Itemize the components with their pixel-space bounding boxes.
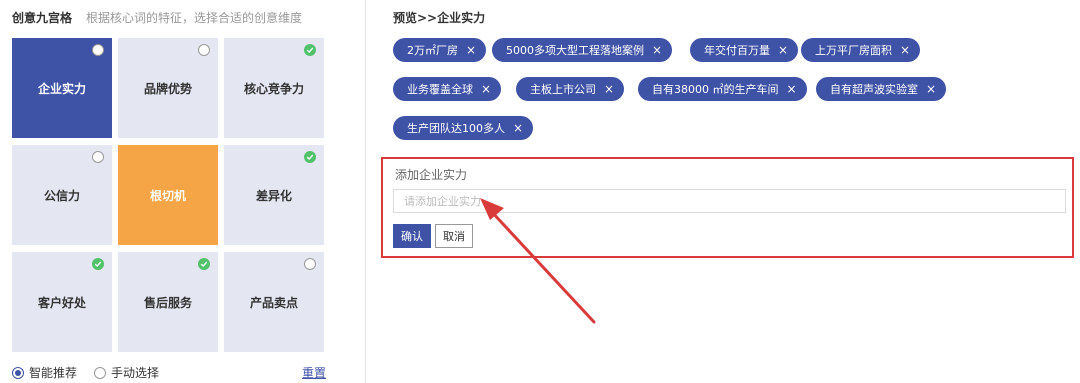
preview-tag: 年交付百万量 × bbox=[690, 38, 799, 62]
grid-cell-brand-advantage[interactable]: 品牌优势 bbox=[118, 38, 218, 138]
close-icon[interactable]: × bbox=[604, 82, 614, 96]
check-circle-icon[interactable] bbox=[304, 151, 316, 163]
close-icon[interactable]: × bbox=[787, 82, 797, 96]
preview-tag: 主板上市公司 × bbox=[516, 77, 625, 101]
preview-tag: 5000多项大型工程落地案例 × bbox=[492, 38, 673, 62]
grid-cell-label: 客户好处 bbox=[37, 295, 86, 310]
confirm-button[interactable]: 确认 bbox=[393, 224, 431, 248]
preview-tag: 业务覆盖全球 × bbox=[393, 77, 502, 101]
grid-cell-label: 差异化 bbox=[255, 188, 292, 203]
tag-label: 主板上市公司 bbox=[530, 83, 596, 96]
radio-empty-icon[interactable] bbox=[198, 44, 210, 56]
check-circle-icon[interactable] bbox=[92, 258, 104, 270]
mode-smart-option[interactable]: 智能推荐 bbox=[12, 364, 77, 381]
tag-label: 上万平厂房面积 bbox=[815, 44, 892, 57]
check-circle-icon[interactable] bbox=[198, 258, 210, 270]
preview-tag: 上万平厂房面积 × bbox=[801, 38, 921, 62]
close-icon[interactable]: × bbox=[481, 82, 491, 96]
radio-empty-icon[interactable] bbox=[94, 366, 106, 379]
radio-empty-icon[interactable] bbox=[92, 44, 104, 56]
cancel-button[interactable]: 取消 bbox=[435, 224, 473, 248]
grid-cell-core-competitiveness[interactable]: 核心竞争力 bbox=[224, 38, 324, 138]
panel-hint: 根据核心词的特征，选择合适的创意维度 bbox=[86, 11, 303, 25]
close-icon[interactable]: × bbox=[513, 121, 523, 135]
preview-tag: 2万㎡厂房 × bbox=[393, 38, 487, 62]
close-icon[interactable]: × bbox=[900, 43, 910, 57]
grid-cell-differentiation[interactable]: 差异化 bbox=[224, 145, 324, 245]
preview-tag: 自有38000 ㎡的生产车间 × bbox=[638, 77, 807, 101]
tag-label: 2万㎡厂房 bbox=[407, 44, 458, 57]
grid-cell-credibility[interactable]: 公信力 bbox=[12, 145, 112, 245]
grid-cell-product-selling-point[interactable]: 产品卖点 bbox=[224, 252, 324, 352]
mode-manual-option[interactable]: 手动选择 bbox=[94, 364, 159, 381]
grid-cell-enterprise-strength[interactable]: 企业实力 bbox=[12, 38, 112, 138]
panel-title: 创意九宫格 bbox=[12, 11, 73, 25]
close-icon[interactable]: × bbox=[926, 82, 936, 96]
reset-link[interactable]: 重置 bbox=[302, 364, 326, 381]
tag-label: 5000多项大型工程落地案例 bbox=[506, 44, 644, 57]
tag-label: 业务覆盖全球 bbox=[407, 83, 473, 96]
close-icon[interactable]: × bbox=[652, 43, 662, 57]
close-icon[interactable]: × bbox=[466, 43, 476, 57]
grid-cell-label: 售后服务 bbox=[143, 295, 192, 310]
mode-row: 智能推荐 手动选择 重置 bbox=[12, 364, 332, 382]
tag-label: 生产团队达100多人 bbox=[407, 122, 505, 135]
grid-cell-customer-benefit[interactable]: 客户好处 bbox=[12, 252, 112, 352]
preview-tag: 自有超声波实验室 × bbox=[816, 77, 947, 101]
grid-cell-label: 根切机 bbox=[149, 188, 186, 203]
grid-cell-after-sales[interactable]: 售后服务 bbox=[118, 252, 218, 352]
mode-manual-label: 手动选择 bbox=[111, 366, 160, 380]
arrow-annotation-icon bbox=[480, 198, 596, 324]
tag-label: 年交付百万量 bbox=[704, 44, 770, 57]
grid-cell-center-keyword[interactable]: 根切机 bbox=[118, 145, 218, 245]
preview-title: 预览>>企业实力 bbox=[393, 11, 486, 25]
form-label: 添加企业实力 bbox=[395, 168, 468, 182]
grid-cell-label: 产品卖点 bbox=[249, 295, 298, 310]
panel-divider bbox=[365, 0, 366, 383]
tag-label: 自有38000 ㎡的生产车间 bbox=[652, 83, 779, 96]
grid-cell-label: 企业实力 bbox=[37, 81, 86, 96]
radio-empty-icon[interactable] bbox=[304, 258, 316, 270]
preview-tag: 生产团队达100多人 × bbox=[393, 116, 534, 140]
tag-label: 自有超声波实验室 bbox=[830, 83, 918, 96]
creative-grid: 企业实力 品牌优势 核心竞争力 公信力 根切机 差异化 客户好处 售后服务 产品… bbox=[12, 38, 332, 352]
grid-cell-label: 品牌优势 bbox=[143, 81, 192, 96]
close-icon[interactable]: × bbox=[778, 43, 788, 57]
creative-grid-panel: 创意九宫格 根据核心词的特征，选择合适的创意维度 企业实力 品牌优势 核心竞争力… bbox=[0, 0, 350, 383]
grid-cell-label: 核心竞争力 bbox=[243, 81, 304, 96]
radio-empty-icon[interactable] bbox=[92, 151, 104, 163]
grid-cell-label: 公信力 bbox=[43, 188, 80, 203]
radio-selected-icon[interactable] bbox=[12, 366, 24, 379]
check-circle-icon[interactable] bbox=[304, 44, 316, 56]
mode-smart-label: 智能推荐 bbox=[29, 366, 78, 380]
